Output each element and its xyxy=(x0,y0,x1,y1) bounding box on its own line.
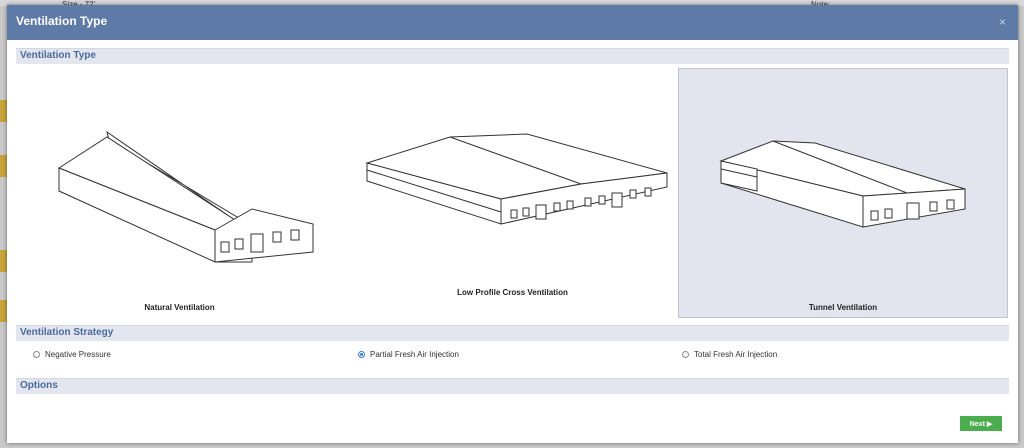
section-ventilation-strategy: Ventilation Strategy xyxy=(16,325,1009,341)
tunnel-ventilation-barn-icon xyxy=(719,140,966,228)
ventilation-option-low-profile[interactable]: Low Profile Cross Ventilation xyxy=(349,68,676,318)
next-button[interactable]: Next ▶ xyxy=(960,416,1002,431)
close-icon[interactable]: × xyxy=(999,15,1006,29)
section-options: Options xyxy=(16,378,1009,394)
ventilation-option-label: Natural Ventilation xyxy=(144,303,215,312)
section-ventilation-type: Ventilation Type xyxy=(16,48,1009,64)
ventilation-type-dialog: Ventilation Type × Ventilation Type Natu… xyxy=(7,5,1018,443)
ventilation-option-tunnel[interactable]: Tunnel Ventilation xyxy=(678,68,1008,318)
dialog-header: Ventilation Type × xyxy=(7,5,1018,40)
ventilation-option-label: Tunnel Ventilation xyxy=(808,303,878,312)
radio-button[interactable] xyxy=(682,351,689,358)
ventilation-option-natural[interactable]: Natural Ventilation xyxy=(16,68,343,318)
strategy-negative-pressure[interactable]: Negative Pressure xyxy=(33,350,111,359)
low-profile-barn-icon xyxy=(365,133,668,225)
radio-button[interactable] xyxy=(33,351,40,358)
dialog-title: Ventilation Type xyxy=(16,14,108,28)
radio-button[interactable] xyxy=(358,351,365,358)
strategy-label: Partial Fresh Air Injection xyxy=(370,350,459,359)
strategy-partial-fresh-air[interactable]: Partial Fresh Air Injection xyxy=(358,350,459,359)
section-title: Ventilation Strategy xyxy=(20,327,114,338)
strategy-total-fresh-air[interactable]: Total Fresh Air Injection xyxy=(682,350,777,359)
natural-ventilation-barn-icon xyxy=(57,130,314,263)
ventilation-option-label: Low Profile Cross Ventilation xyxy=(457,288,568,297)
strategy-label: Negative Pressure xyxy=(45,350,111,359)
section-title: Options xyxy=(20,380,58,391)
section-title: Ventilation Type xyxy=(20,50,96,61)
strategy-label: Total Fresh Air Injection xyxy=(694,350,778,359)
